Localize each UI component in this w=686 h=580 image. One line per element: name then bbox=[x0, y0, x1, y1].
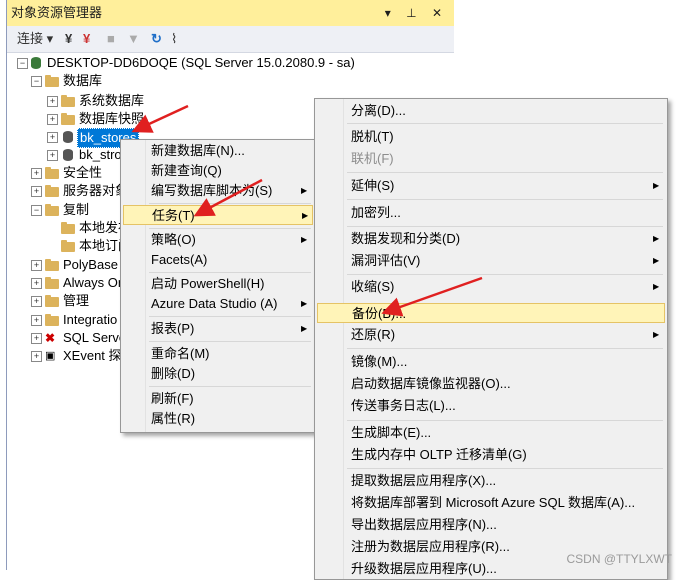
arrow-to-bk-stores bbox=[131, 104, 189, 133]
annotation-arrows bbox=[131, 104, 483, 317]
arrow-to-backup bbox=[381, 276, 483, 317]
arrow-to-tasks bbox=[193, 178, 263, 217]
watermark: CSDN @TTYLXWT bbox=[566, 552, 672, 566]
